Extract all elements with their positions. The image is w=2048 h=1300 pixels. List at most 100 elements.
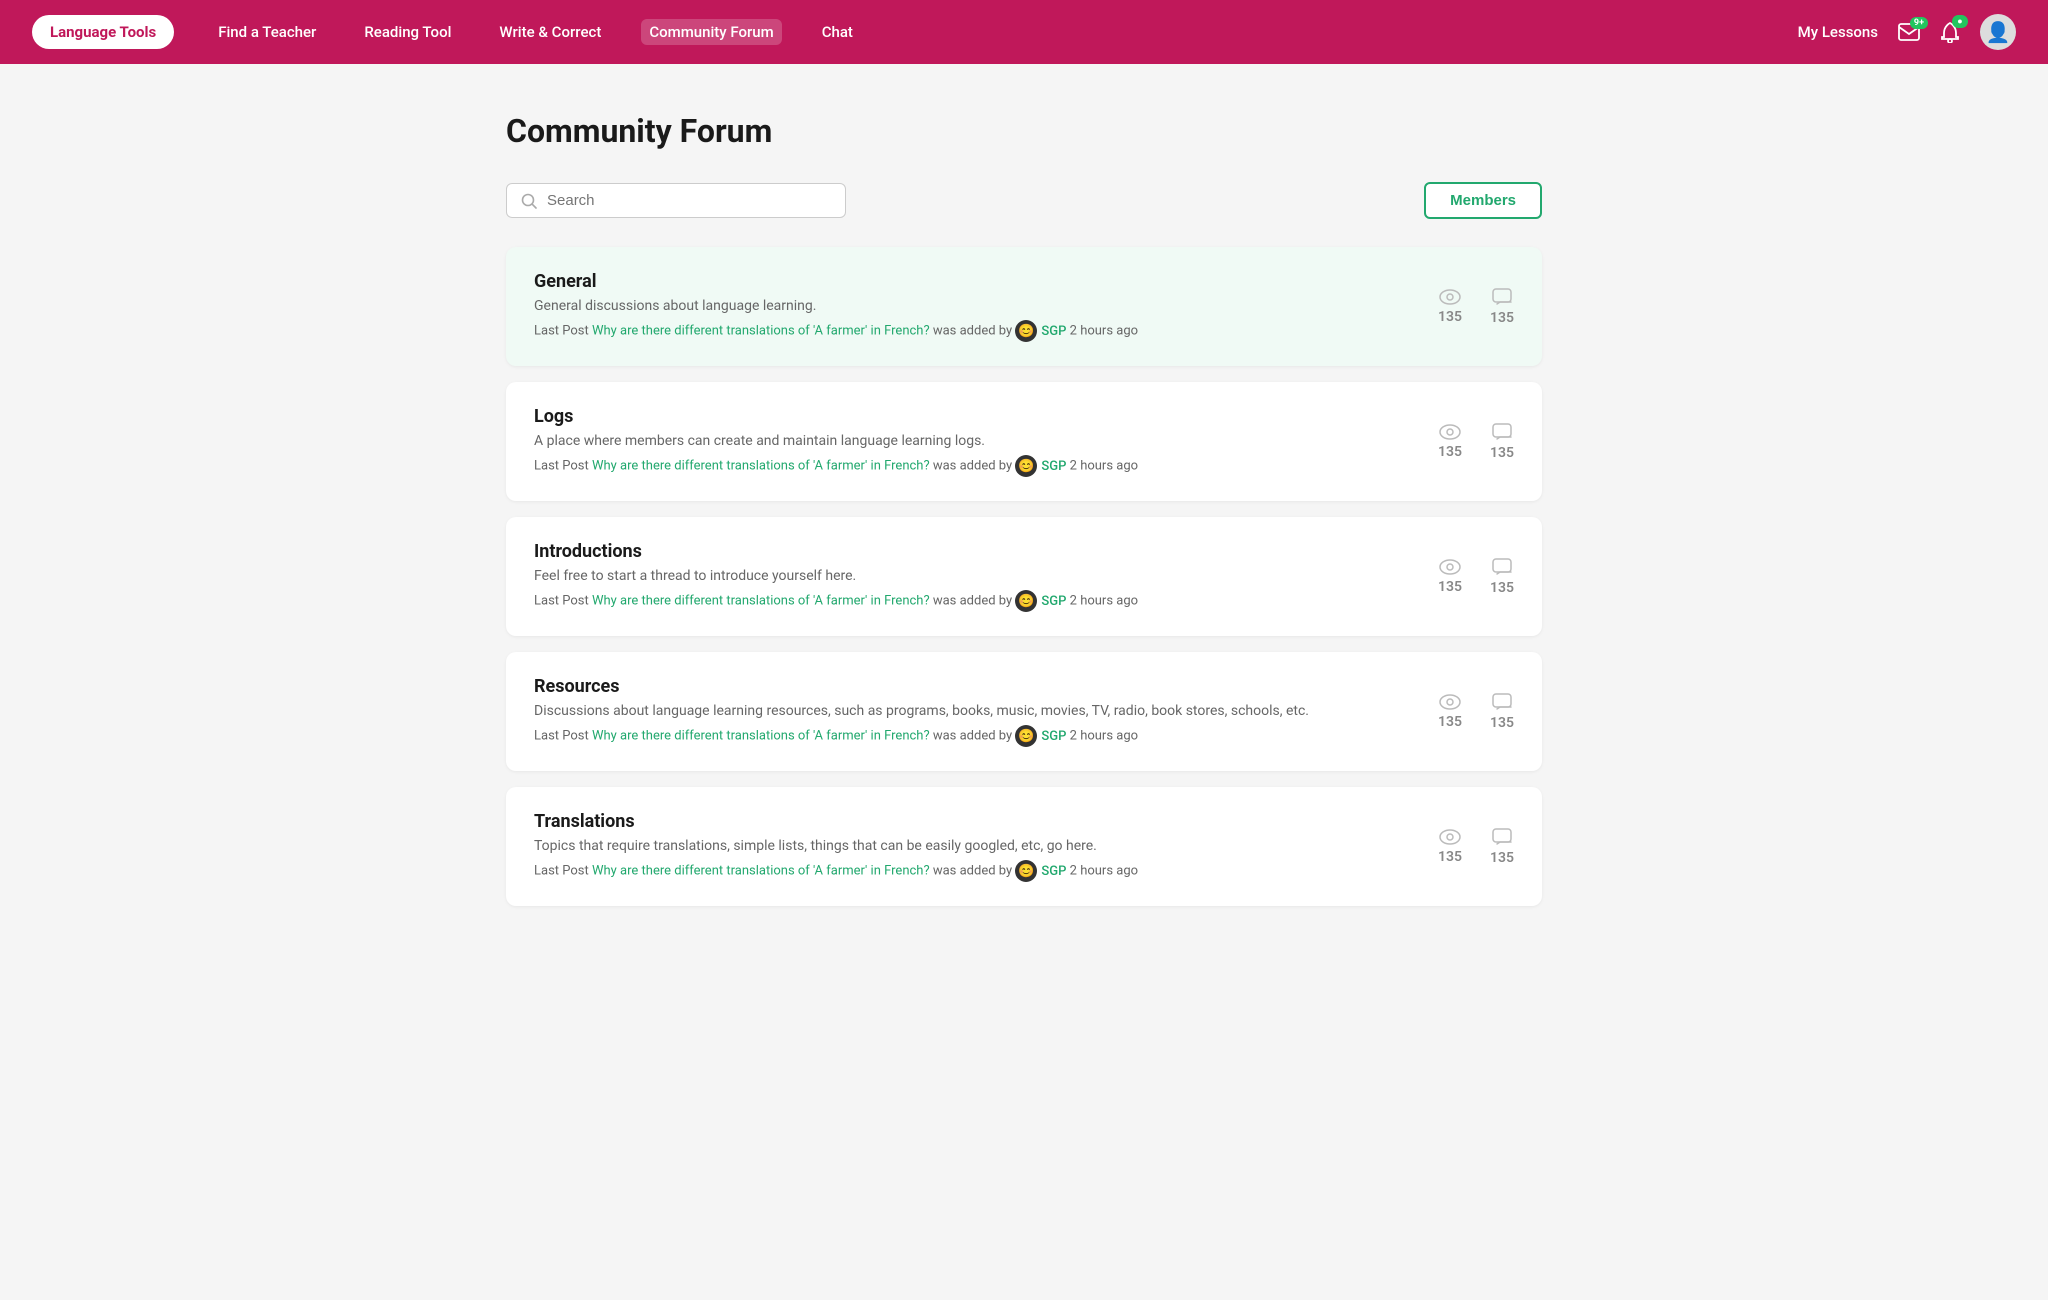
forum-card-logs: Logs A place where members can create an… (506, 382, 1542, 501)
top-navigation: Language Tools Find a Teacher Reading To… (0, 0, 2048, 64)
views-stat: 135 (1438, 829, 1462, 865)
last-post-user: 😊 SGP (1015, 320, 1066, 342)
comment-icon (1492, 288, 1512, 306)
comments-stat: 135 (1490, 423, 1514, 461)
nav-community-forum[interactable]: Community Forum (641, 19, 781, 45)
last-post-suffix: was added by (930, 324, 1016, 339)
comment-icon (1492, 558, 1512, 576)
last-post-link[interactable]: Why are there different translations of … (592, 324, 930, 339)
forum-info: Introductions Feel free to start a threa… (534, 541, 1406, 612)
forum-stats: 135 135 (1438, 423, 1514, 461)
views-count: 135 (1438, 714, 1462, 730)
last-post-label: Last Post (534, 594, 592, 609)
eye-icon (1439, 289, 1461, 305)
last-post-time: 2 hours ago (1066, 459, 1138, 474)
forum-description: Topics that require translations, simple… (534, 838, 1406, 854)
nav-find-teacher[interactable]: Find a Teacher (210, 19, 324, 45)
notifications-badge: ● (1952, 15, 1968, 28)
views-count: 135 (1438, 444, 1462, 460)
last-post-user: 😊 SGP (1015, 860, 1066, 882)
views-stat: 135 (1438, 289, 1462, 325)
forum-stats: 135 135 (1438, 288, 1514, 326)
forum-last-post: Last Post Why are there different transl… (534, 860, 1406, 882)
nav-links: Find a Teacher Reading Tool Write & Corr… (210, 19, 1797, 45)
forum-info: General General discussions about langua… (534, 271, 1406, 342)
user-avatar-small: 😊 (1015, 320, 1037, 342)
forum-description: Discussions about language learning reso… (534, 703, 1406, 719)
search-input[interactable] (547, 192, 831, 209)
comment-icon (1492, 423, 1512, 441)
forum-last-post: Last Post Why are there different transl… (534, 320, 1406, 342)
comments-stat: 135 (1490, 288, 1514, 326)
user-link[interactable]: SGP (1041, 324, 1066, 339)
main-content: Community Forum Members General General … (474, 64, 1574, 954)
last-post-label: Last Post (534, 729, 592, 744)
comments-count: 135 (1490, 850, 1514, 866)
nav-write-correct[interactable]: Write & Correct (491, 19, 609, 45)
last-post-suffix: was added by (930, 594, 1016, 609)
eye-icon (1439, 424, 1461, 440)
user-avatar[interactable]: 👤 (1980, 14, 2016, 50)
comment-icon (1492, 693, 1512, 711)
last-post-user: 😊 SGP (1015, 590, 1066, 612)
forum-card-translations: Translations Topics that require transla… (506, 787, 1542, 906)
user-link[interactable]: SGP (1041, 594, 1066, 609)
comments-count: 135 (1490, 715, 1514, 731)
forum-info: Logs A place where members can create an… (534, 406, 1406, 477)
forum-stats: 135 135 (1438, 828, 1514, 866)
mail-badge: 9+ (1910, 17, 1928, 29)
last-post-time: 2 hours ago (1066, 864, 1138, 879)
logo[interactable]: Language Tools (32, 15, 174, 49)
eye-icon (1439, 829, 1461, 845)
views-stat: 135 (1438, 694, 1462, 730)
forum-card-general: General General discussions about langua… (506, 247, 1542, 366)
comments-stat: 135 (1490, 693, 1514, 731)
nav-right: My Lessons 9+ ● 👤 (1798, 14, 2016, 50)
forum-card-introductions: Introductions Feel free to start a threa… (506, 517, 1542, 636)
last-post-link[interactable]: Why are there different translations of … (592, 729, 930, 744)
eye-icon (1439, 694, 1461, 710)
forum-card-resources: Resources Discussions about language lea… (506, 652, 1542, 771)
comments-stat: 135 (1490, 558, 1514, 596)
user-avatar-small: 😊 (1015, 860, 1037, 882)
last-post-suffix: was added by (930, 729, 1016, 744)
search-wrapper (506, 183, 846, 218)
forum-description: Feel free to start a thread to introduce… (534, 568, 1406, 584)
last-post-time: 2 hours ago (1066, 594, 1138, 609)
forum-name: Introductions (534, 541, 1406, 562)
user-link[interactable]: SGP (1041, 459, 1066, 474)
forum-last-post: Last Post Why are there different transl… (534, 455, 1406, 477)
user-link[interactable]: SGP (1041, 729, 1066, 744)
nav-chat[interactable]: Chat (814, 19, 861, 45)
forum-description: General discussions about language learn… (534, 298, 1406, 314)
comments-count: 135 (1490, 445, 1514, 461)
comment-icon (1492, 828, 1512, 846)
last-post-label: Last Post (534, 459, 592, 474)
comments-count: 135 (1490, 310, 1514, 326)
user-avatar-small: 😊 (1015, 590, 1037, 612)
notifications-button[interactable]: ● (1940, 21, 1960, 43)
last-post-time: 2 hours ago (1066, 324, 1138, 339)
comments-count: 135 (1490, 580, 1514, 596)
members-button[interactable]: Members (1424, 182, 1542, 219)
last-post-link[interactable]: Why are there different translations of … (592, 864, 930, 879)
forum-info: Translations Topics that require transla… (534, 811, 1406, 882)
forum-last-post: Last Post Why are there different transl… (534, 725, 1406, 747)
last-post-label: Last Post (534, 864, 592, 879)
views-count: 135 (1438, 849, 1462, 865)
forum-last-post: Last Post Why are there different transl… (534, 590, 1406, 612)
comments-stat: 135 (1490, 828, 1514, 866)
my-lessons-link[interactable]: My Lessons (1798, 23, 1878, 41)
forum-name: Logs (534, 406, 1406, 427)
views-count: 135 (1438, 309, 1462, 325)
forum-name: General (534, 271, 1406, 292)
last-post-user: 😊 SGP (1015, 455, 1066, 477)
nav-reading-tool[interactable]: Reading Tool (356, 19, 459, 45)
toolbar: Members (506, 182, 1542, 219)
mail-button[interactable]: 9+ (1898, 23, 1920, 41)
forum-description: A place where members can create and mai… (534, 433, 1406, 449)
last-post-link[interactable]: Why are there different translations of … (592, 594, 930, 609)
page-title: Community Forum (506, 112, 1542, 150)
user-link[interactable]: SGP (1041, 864, 1066, 879)
last-post-link[interactable]: Why are there different translations of … (592, 459, 930, 474)
